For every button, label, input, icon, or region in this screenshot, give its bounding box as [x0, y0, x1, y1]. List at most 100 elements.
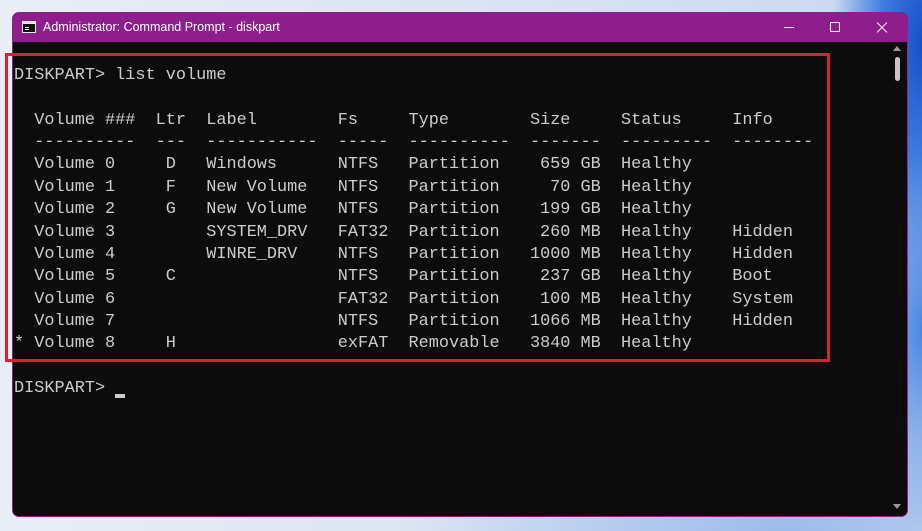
volume-cell: Volume 6	[34, 289, 116, 309]
volume-cell: Volume 1	[34, 177, 116, 197]
type-cell: Partition	[408, 200, 500, 220]
header-size: Size	[529, 110, 571, 130]
fs-cell: NTFS	[337, 155, 379, 175]
label-cell	[206, 311, 338, 333]
ltr-cell: C	[165, 267, 176, 287]
header-status: Status	[621, 110, 682, 130]
maximize-button[interactable]	[812, 13, 858, 42]
close-icon	[876, 21, 888, 33]
status-cell: Healthy	[621, 222, 692, 242]
title-bar[interactable]: Administrator: Command Prompt - diskpart	[13, 13, 907, 42]
selected-marker	[14, 199, 34, 221]
fs-cell: NTFS	[337, 244, 379, 264]
info-cell	[732, 177, 813, 199]
rule-status: ---------	[621, 132, 713, 152]
volume-row: Volume 2 G New Volume NTFS Partition 199…	[14, 199, 813, 221]
volume-cell: Volume 2	[34, 200, 116, 220]
volume-row: Volume 5 C NTFS Partition 237 GB Healthy…	[14, 266, 813, 288]
vertical-scrollbar[interactable]	[888, 42, 907, 516]
selected-marker	[14, 177, 34, 199]
info-cell: Hidden	[732, 244, 793, 264]
label-cell	[206, 333, 338, 355]
info-cell	[732, 154, 813, 176]
ltr-cell: G	[165, 200, 176, 220]
volume-row: Volume 7 NTFS Partition 1066 MB Healthy …	[14, 311, 813, 333]
info-cell	[732, 333, 813, 355]
marker-header	[14, 110, 34, 132]
label-cell: Windows	[206, 155, 278, 175]
info-cell: System	[732, 289, 793, 309]
volume-row: Volume 3 SYSTEM_DRV FAT32 Partition 260 …	[14, 222, 813, 244]
console-output: DISKPART> list volume Volume ### Ltr Lab…	[14, 65, 813, 401]
selected-marker	[14, 222, 34, 244]
rule-info: --------	[732, 132, 814, 152]
type-cell: Partition	[408, 177, 500, 197]
volume-row: Volume 6 FAT32 Partition 100 MB Healthy …	[14, 289, 813, 311]
size-cell: 100 MB	[540, 289, 601, 309]
type-cell: Partition	[408, 222, 500, 242]
label-cell: WINRE_DRV	[206, 244, 298, 264]
minimize-button[interactable]	[766, 13, 812, 42]
header-info: Info	[732, 110, 773, 130]
header-label: Label	[206, 110, 257, 130]
volume-row: Volume 1 F New Volume NTFS Partition 70 …	[14, 177, 813, 199]
type-cell: Partition	[408, 155, 500, 175]
selected-marker: *	[14, 334, 25, 354]
scrollbar-thumb[interactable]	[895, 57, 900, 81]
selected-marker	[14, 289, 34, 311]
selected-marker	[14, 244, 34, 266]
fs-cell: FAT32	[337, 222, 389, 242]
size-cell: 70 GB	[550, 177, 601, 197]
label-cell	[206, 289, 338, 311]
scroll-up-arrow-icon[interactable]	[893, 46, 901, 51]
header-type: Type	[408, 110, 450, 130]
info-cell: Hidden	[732, 222, 793, 242]
command-prompt-window: Administrator: Command Prompt - diskpart…	[12, 12, 908, 517]
label-cell: New Volume	[206, 177, 308, 197]
table-header: Volume ### Ltr Label Fs Type Size Status…	[14, 110, 813, 132]
size-cell: 3840 MB	[529, 334, 601, 354]
selected-marker	[14, 311, 34, 333]
fs-cell: exFAT	[337, 334, 389, 354]
type-cell: Partition	[408, 244, 500, 264]
rule-label: -----------	[206, 132, 318, 152]
rule-ltr: ---	[155, 132, 186, 152]
selected-marker	[14, 154, 34, 176]
status-cell: Healthy	[621, 200, 692, 220]
size-cell: 659 GB	[540, 155, 601, 175]
size-cell: 1000 MB	[529, 244, 601, 264]
type-cell: Partition	[408, 267, 500, 287]
prompt-line[interactable]: DISKPART>	[14, 378, 813, 400]
volume-cell: Volume 5	[34, 267, 116, 287]
ltr-cell	[156, 311, 186, 333]
type-cell: Partition	[408, 312, 500, 332]
text-cursor	[115, 394, 126, 399]
header-fs: Fs	[337, 110, 358, 130]
console-area[interactable]: DISKPART> list volume Volume ### Ltr Lab…	[13, 42, 888, 516]
type-cell: Partition	[408, 289, 500, 309]
close-button[interactable]	[859, 13, 905, 42]
rule-volume: ----------	[34, 132, 136, 152]
ltr-cell	[156, 244, 186, 266]
scroll-down-arrow-icon[interactable]	[893, 504, 901, 509]
volume-cell: Volume 3	[34, 222, 116, 242]
window-title: Administrator: Command Prompt - diskpart	[43, 20, 280, 34]
size-cell: 199 GB	[540, 200, 601, 220]
label-cell: SYSTEM_DRV	[206, 222, 308, 242]
fs-cell: NTFS	[337, 267, 379, 287]
volume-row: * Volume 8 H exFAT Removable 3840 MB Hea…	[14, 333, 813, 355]
status-cell: Healthy	[621, 244, 692, 264]
prompt: DISKPART>	[14, 65, 106, 85]
ltr-cell	[156, 222, 186, 244]
command-prompt-icon[interactable]	[22, 21, 36, 33]
volume-cell: Volume 7	[34, 312, 116, 332]
status-cell: Healthy	[621, 177, 692, 197]
size-cell: 1066 MB	[529, 312, 601, 332]
minimize-icon	[784, 27, 794, 28]
type-cell: Removable	[408, 334, 500, 354]
command-line: DISKPART> list volume	[14, 65, 813, 87]
status-cell: Healthy	[621, 267, 692, 287]
ltr-cell	[156, 289, 186, 311]
fs-cell: NTFS	[337, 312, 379, 332]
